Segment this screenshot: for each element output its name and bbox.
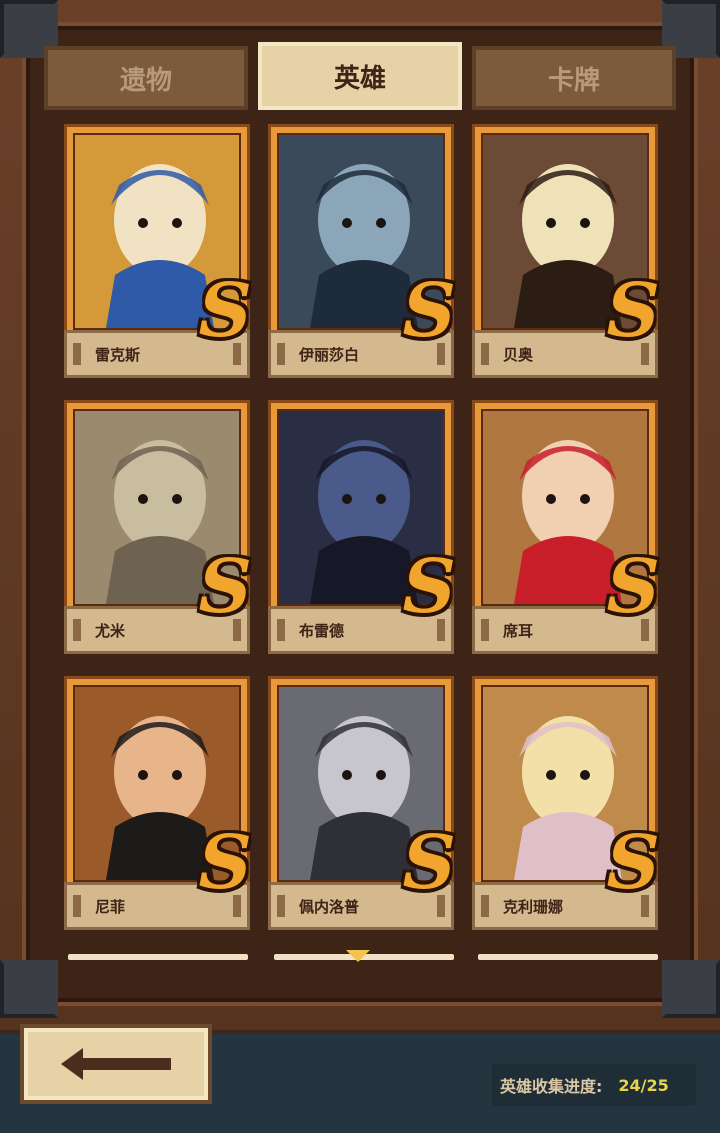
scroll-indicator (68, 950, 658, 962)
scroll-down-icon[interactable] (346, 950, 370, 962)
hero-grid: 雷克斯 S 伊丽莎白 S 贝奥 S 尤米 S 布雷德 S 席耳 S 尼菲 S 佩内洛普 S 克利珊娜 S (64, 124, 660, 964)
hero-rank-badge: S (402, 268, 456, 354)
collection-progress-value: 24/25 (618, 1075, 669, 1095)
hero-name: 布雷德 (299, 621, 345, 640)
hero-card[interactable]: 尼菲 S (64, 676, 252, 936)
arrow-left-icon (61, 1048, 171, 1080)
hero-card[interactable]: 尤米 S (64, 400, 252, 660)
hero-name: 贝奥 (503, 345, 534, 364)
back-button[interactable] (24, 1028, 208, 1100)
hero-card[interactable]: 席耳 S (472, 400, 660, 660)
hero-name: 伊丽莎白 (299, 345, 360, 364)
hero-card[interactable]: 克利珊娜 S (472, 676, 660, 936)
hero-rank-badge: S (606, 268, 660, 354)
hero-name: 雷克斯 (95, 345, 141, 364)
hero-rank-badge: S (198, 544, 252, 630)
hero-card[interactable]: 伊丽莎白 S (268, 124, 456, 384)
scroll-track (68, 954, 248, 960)
tab-cards[interactable]: 卡牌 (472, 46, 676, 110)
hero-card[interactable]: 雷克斯 S (64, 124, 252, 384)
hero-rank-badge: S (606, 544, 660, 630)
hero-card[interactable]: 佩内洛普 S (268, 676, 456, 936)
collection-frame: 遗物 英雄 卡牌 雷克斯 S 伊丽莎白 S 贝奥 S 尤米 S 布雷德 S 席耳 S 尼菲 S 佩内洛普 S 克… (0, 0, 720, 1030)
frame-corner (0, 960, 58, 1018)
hero-name: 席耳 (503, 621, 534, 640)
hero-name: 尤米 (95, 621, 126, 640)
collection-progress-label: 英雄收集进度: (500, 1077, 603, 1096)
collection-progress: 英雄收集进度: 24/25 (492, 1064, 696, 1106)
frame-corner (662, 960, 720, 1018)
hero-rank-badge: S (402, 820, 456, 906)
hero-rank-badge: S (606, 820, 660, 906)
tab-relics[interactable]: 遗物 (44, 46, 248, 110)
hero-name: 克利珊娜 (503, 897, 564, 916)
hero-rank-badge: S (198, 268, 252, 354)
category-tabs: 遗物 英雄 卡牌 (44, 42, 676, 110)
hero-name: 尼菲 (95, 897, 126, 916)
hero-card[interactable]: 布雷德 S (268, 400, 456, 660)
hero-card[interactable]: 贝奥 S (472, 124, 660, 384)
hero-rank-badge: S (198, 820, 252, 906)
tab-heroes[interactable]: 英雄 (258, 42, 462, 110)
scroll-track (478, 954, 658, 960)
hero-rank-badge: S (402, 544, 456, 630)
hero-name: 佩内洛普 (299, 897, 360, 916)
